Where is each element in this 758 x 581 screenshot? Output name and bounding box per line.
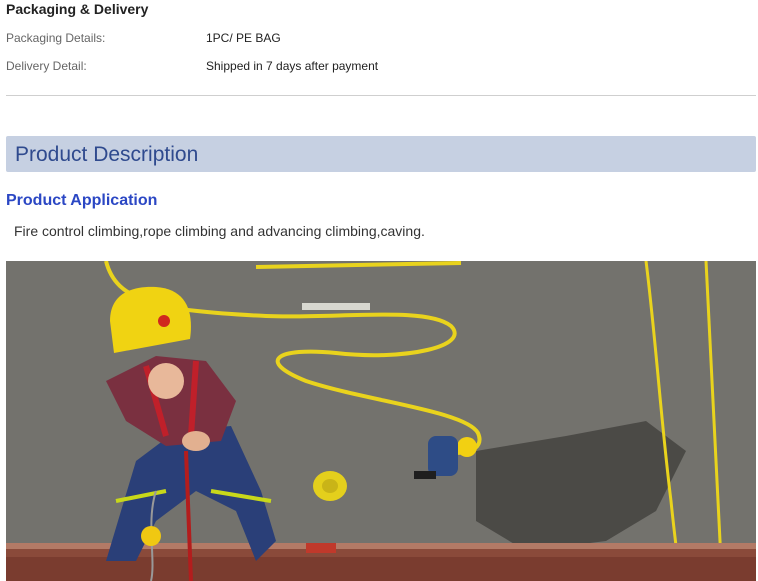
packaging-details-value: 1PC/ PE BAG [206, 31, 281, 45]
section-divider [6, 95, 756, 96]
product-application-text: Fire control climbing,rope climbing and … [14, 223, 425, 239]
delivery-detail-value: Shipped in 7 days after payment [206, 59, 379, 73]
packaging-title: Packaging & Delivery [6, 1, 149, 17]
product-description-title: Product Description [15, 143, 199, 166]
packaging-details-label: Packaging Details: [6, 31, 106, 45]
product-application-title: Product Application [6, 192, 158, 209]
product-photo [6, 261, 756, 581]
firefighter-rope-climbing-photo [6, 261, 756, 581]
delivery-detail-label: Delivery Detail: [6, 59, 87, 73]
product-description-banner: Product Description [6, 136, 756, 172]
